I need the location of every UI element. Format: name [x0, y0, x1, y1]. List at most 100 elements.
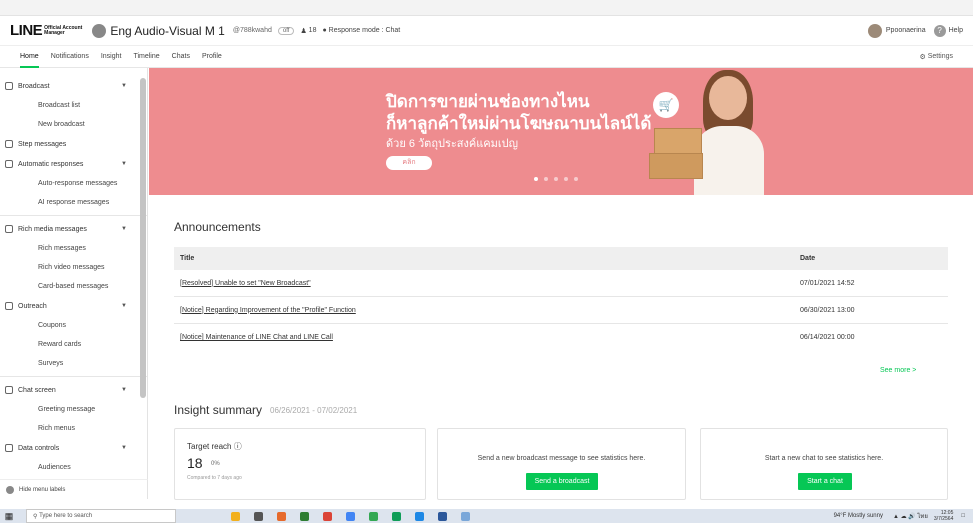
file-explorer-icon[interactable] — [231, 511, 240, 521]
carousel-dot[interactable] — [544, 177, 548, 181]
send-broadcast-button[interactable]: Send a broadcast — [526, 473, 598, 490]
table-header: Title Date — [174, 247, 948, 270]
sidebar-group-automatic-responses[interactable]: Automatic responses ▼ — [0, 154, 147, 174]
sidebar-item-coupons[interactable]: Coupons — [0, 316, 147, 335]
banner-click-button[interactable]: คลิก — [386, 156, 432, 170]
sidebar-group-broadcast[interactable]: Broadcast ▼ — [0, 76, 147, 96]
sidebar-item-rich-messages[interactable]: Rich messages — [0, 239, 147, 258]
parcel-box-icon — [649, 153, 703, 179]
sidebar-item-rich-menus[interactable]: Rich menus — [0, 419, 147, 438]
carousel-dot[interactable] — [564, 177, 568, 181]
sidebar-item-broadcast-list[interactable]: Broadcast list — [0, 96, 147, 115]
sidebar-group-chat-screen[interactable]: Chat screen ▼ — [0, 380, 147, 400]
insight-summary-title: Insight summary — [174, 403, 263, 417]
response-mode[interactable]: ● Response mode : Chat — [322, 27, 400, 34]
table-row[interactable]: [Resolved] Unable to set "New Broadcast"… — [174, 270, 948, 297]
sidebar-item-ai-response[interactable]: AI response messages — [0, 193, 147, 212]
banner-model-face — [709, 76, 747, 120]
target-reach-label: Target reach ⓘ — [187, 441, 242, 452]
help-icon[interactable]: ? — [933, 24, 946, 37]
sidebar-item-greeting[interactable]: Greeting message — [0, 400, 147, 419]
col-title-header: Title — [180, 255, 195, 262]
calendar-icon[interactable] — [415, 511, 424, 521]
banner-model-body — [694, 126, 764, 195]
start-chat-button[interactable]: Start a chat — [798, 473, 852, 490]
system-tray: 94°F Mostly sunny ▲ ☁ 🔊 ไทย 12:05 3/7/25… — [834, 510, 973, 522]
store-icon[interactable] — [254, 511, 263, 521]
chrome-icon[interactable] — [369, 511, 378, 521]
tray-icons[interactable]: ▲ ☁ 🔊 — [893, 513, 917, 520]
chevron-down-icon: ▼ — [121, 303, 127, 309]
see-more-link[interactable]: See more > — [880, 367, 916, 374]
chrome-icon[interactable] — [346, 511, 355, 521]
database-icon — [5, 444, 13, 452]
sidebar-group-outreach[interactable]: Outreach ▼ — [0, 296, 147, 316]
sidebar-item-card-based[interactable]: Card-based messages — [0, 277, 147, 296]
reply-icon — [5, 160, 13, 168]
account-name[interactable]: Eng Audio-Visual M 1 — [110, 24, 225, 38]
user-avatar[interactable] — [867, 23, 882, 38]
banner-subline: ด้วย 6 วัตถุประสงค์แคมเปญ — [386, 138, 519, 150]
announcements-table: Title Date [Resolved] Unable to set "New… — [174, 247, 948, 351]
friends-count: ♟ 18 — [300, 27, 316, 35]
image-icon — [5, 225, 13, 233]
carousel-dot[interactable] — [534, 177, 538, 181]
clock-date: 3/7/2564 — [933, 516, 954, 522]
carousel-dot[interactable] — [574, 177, 578, 181]
windows-start-icon[interactable]: ▦ — [2, 509, 16, 523]
app-header: LINE Official Account Manager Eng Audio-V… — [0, 16, 973, 46]
sidebar-item-surveys[interactable]: Surveys — [0, 354, 147, 373]
sidebar-item-rich-video[interactable]: Rich video messages — [0, 258, 147, 277]
step-icon — [5, 140, 13, 148]
taskbar-search-input[interactable]: ⚲ Type here to search — [26, 509, 176, 523]
table-row[interactable]: [Notice] Maintenance of LINE Chat and LI… — [174, 324, 948, 351]
user-name[interactable]: Ppoonaerina — [886, 27, 926, 34]
tab-home[interactable]: Home — [20, 46, 39, 68]
tab-notifications[interactable]: Notifications — [51, 46, 89, 68]
line-logo[interactable]: LINE Official Account Manager — [10, 22, 82, 39]
taskbar-search-placeholder: Type here to search — [39, 513, 93, 519]
tab-chats[interactable]: Chats — [172, 46, 190, 68]
sidebar-item-auto-response[interactable]: Auto-response messages — [0, 174, 147, 193]
weather-widget[interactable]: 94°F Mostly sunny — [834, 513, 883, 519]
language-indicator[interactable]: ไทย — [917, 511, 928, 521]
target-reach-label-text: Target reach — [187, 442, 232, 451]
logo-sub: Official Account Manager — [44, 25, 82, 36]
announcement-link[interactable]: [Resolved] Unable to set "New Broadcast" — [180, 280, 311, 287]
edge-icon[interactable] — [392, 511, 401, 521]
tab-insight[interactable]: Insight — [101, 46, 122, 68]
firefox-icon[interactable] — [277, 511, 286, 521]
announcement-link[interactable]: [Notice] Regarding Improvement of the "P… — [180, 307, 356, 314]
sidebar-group-data-controls[interactable]: Data controls ▼ — [0, 438, 147, 458]
sidebar-item-reward-cards[interactable]: Reward cards — [0, 335, 147, 354]
carousel-dot[interactable] — [554, 177, 558, 181]
app-icon[interactable] — [461, 511, 470, 521]
clock[interactable]: 12:05 3/7/2564 — [934, 510, 953, 522]
settings-link[interactable]: ⚙ Settings — [919, 53, 953, 61]
sidebar-scrollbar[interactable] — [140, 78, 146, 398]
broadcast-icon — [5, 82, 13, 90]
sidebar-group-label: Rich media messages — [18, 225, 87, 233]
chat-empty-message: Start a new chat to see statistics here. — [764, 455, 884, 462]
chat-stats-card: Start a new chat to see statistics here.… — [700, 428, 948, 500]
announcement-link[interactable]: [Notice] Maintenance of LINE Chat and LI… — [180, 334, 333, 341]
sidebar: Broadcast ▼ Broadcast list New broadcast … — [0, 68, 148, 479]
announcements-title: Announcements — [174, 220, 261, 234]
sidebar-group-rich-media[interactable]: Rich media messages ▼ — [0, 219, 147, 239]
hide-menu-labels-toggle[interactable]: Hide menu labels — [0, 479, 148, 499]
sidebar-item-new-broadcast[interactable]: New broadcast — [0, 115, 147, 134]
target-reach-value: 18 — [187, 455, 203, 471]
sidebar-group-step-messages[interactable]: Step messages — [0, 134, 147, 154]
chrome-icon[interactable] — [323, 511, 332, 521]
sidebar-item-audiences[interactable]: Audiences — [0, 458, 147, 477]
hide-labels-text: Hide menu labels — [19, 486, 66, 493]
info-icon[interactable]: ⓘ — [234, 442, 242, 451]
word-icon[interactable] — [438, 511, 447, 521]
tab-profile[interactable]: Profile — [202, 46, 222, 68]
tab-timeline[interactable]: Timeline — [133, 46, 159, 68]
help-link[interactable]: Help — [949, 27, 963, 34]
promo-banner[interactable]: ปิดการขายผ่านช่องทางไหน ก็หาลูกค้าใหม่ผ่… — [149, 68, 973, 195]
app-icon[interactable] — [300, 511, 309, 521]
notification-icon[interactable]: □ — [961, 513, 965, 519]
table-row[interactable]: [Notice] Regarding Improvement of the "P… — [174, 297, 948, 324]
